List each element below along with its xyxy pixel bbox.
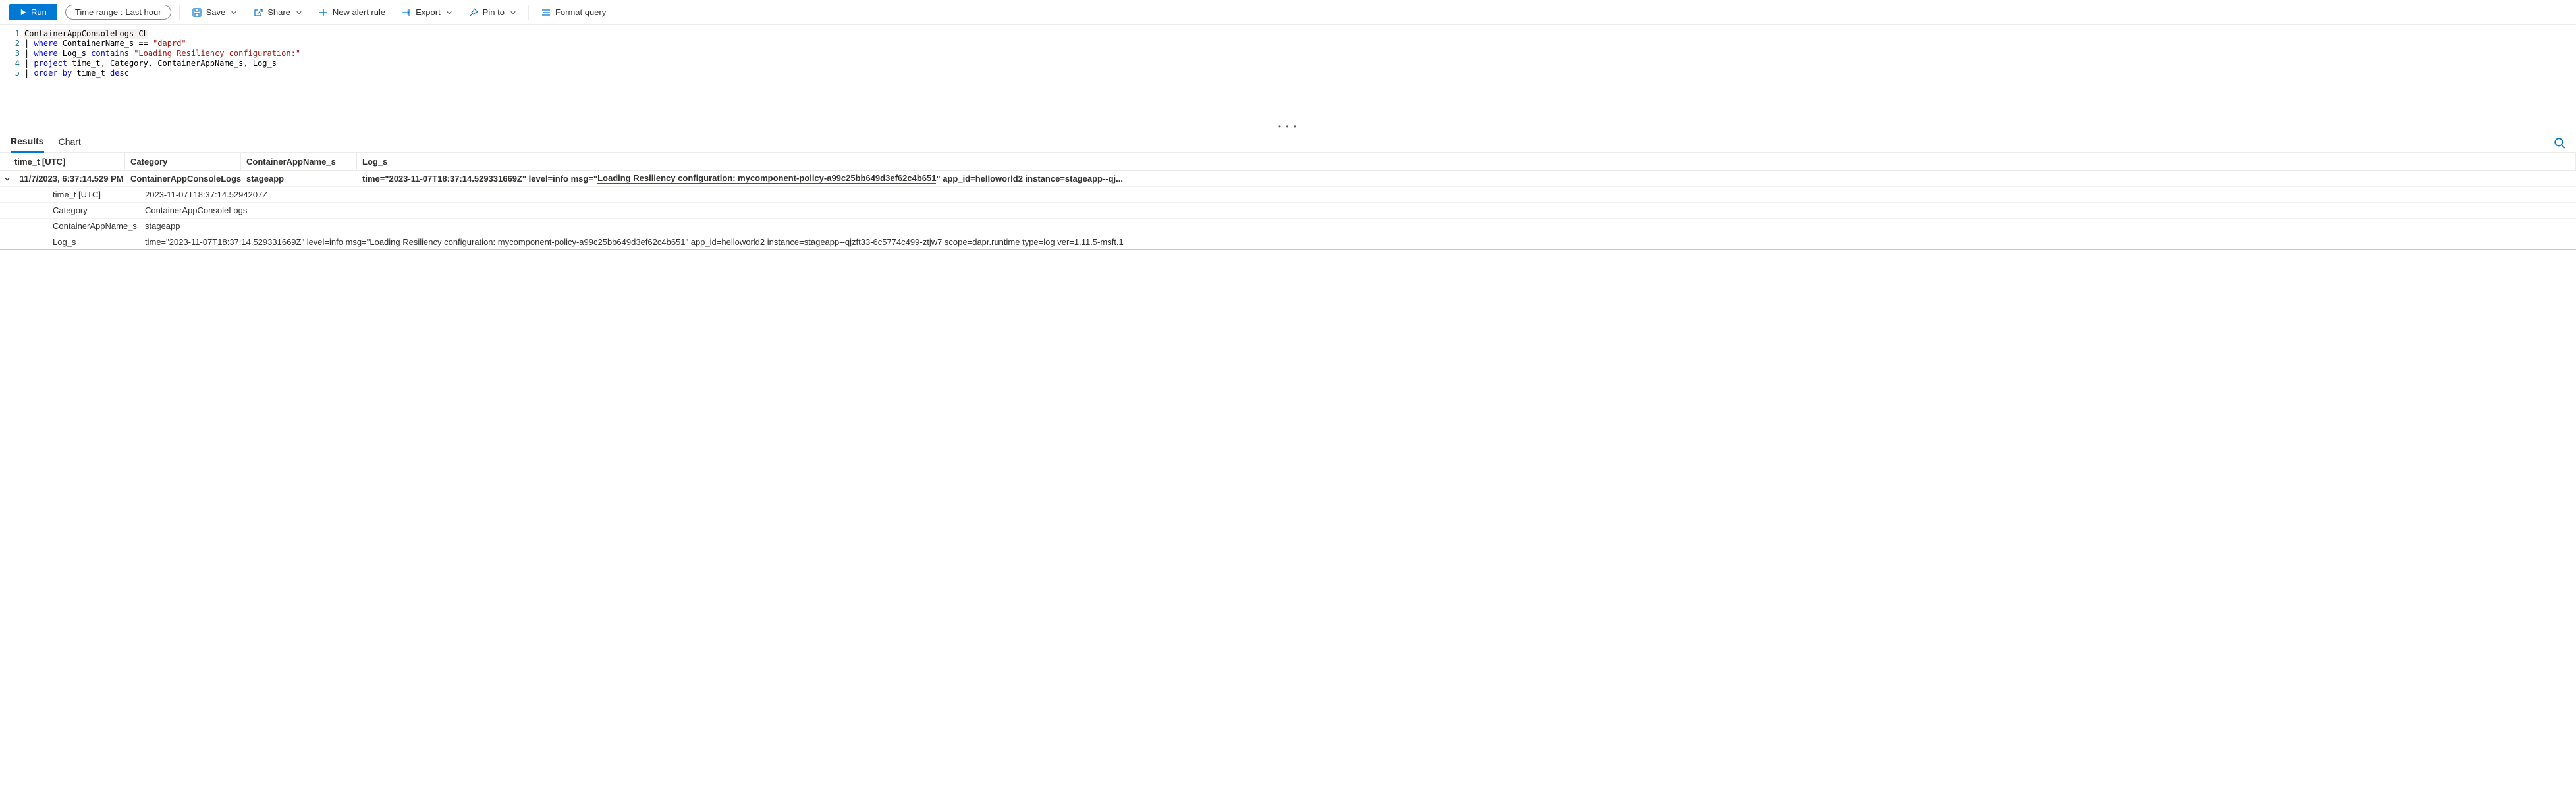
new-alert-button[interactable]: New alert rule <box>314 5 389 20</box>
timerange-value: Last hour <box>125 7 161 17</box>
tab-chart[interactable]: Chart <box>59 136 81 152</box>
separator <box>179 5 180 20</box>
line-number: 2 <box>0 39 20 49</box>
drag-handle-icon[interactable]: • • • <box>1278 122 1298 131</box>
format-icon <box>541 7 551 18</box>
run-label: Run <box>31 7 47 17</box>
run-button[interactable]: Run <box>9 4 57 20</box>
save-label: Save <box>206 7 226 17</box>
cell-log: time="2023-11-07T18:37:14.529331669Z" le… <box>357 171 2576 186</box>
share-icon <box>253 7 263 18</box>
detail-key: Log_s <box>0 237 140 247</box>
detail-row: time_t [UTC]2023-11-07T18:37:14.5294207Z <box>0 187 2576 203</box>
row-details: time_t [UTC]2023-11-07T18:37:14.5294207Z… <box>0 187 2576 250</box>
timerange-label: Time range : <box>75 7 123 17</box>
row-expander[interactable] <box>0 176 14 182</box>
tab-results[interactable]: Results <box>11 136 44 153</box>
detail-value: ContainerAppConsoleLogs <box>140 205 2576 215</box>
line-gutter: 12345 <box>0 25 24 130</box>
pin-to-button[interactable]: Pin to <box>464 5 520 20</box>
timerange-picker[interactable]: Time range : Last hour <box>65 5 171 20</box>
col-time[interactable]: time_t [UTC] <box>0 153 125 170</box>
cell-category: ContainerAppConsoleLogs <box>125 171 241 186</box>
code-line: | where ContainerName_s == "daprd" <box>24 39 2576 49</box>
cell-appname: stageapp <box>241 171 357 186</box>
cell-time: 11/7/2023, 6:37:14.529 PM <box>14 171 125 186</box>
chevron-down-icon <box>446 9 452 16</box>
col-log[interactable]: Log_s <box>357 153 2576 170</box>
detail-row: Log_stime="2023-11-07T18:37:14.529331669… <box>0 234 2576 250</box>
format-label: Format query <box>555 7 606 17</box>
export-icon <box>401 7 412 18</box>
code-line: ContainerAppConsoleLogs_CL <box>24 29 2576 39</box>
chevron-down-icon <box>4 176 11 182</box>
editor-content[interactable]: ContainerAppConsoleLogs_CL| where Contai… <box>24 25 2576 130</box>
save-icon <box>192 7 202 18</box>
separator <box>528 5 529 20</box>
format-query-button[interactable]: Format query <box>537 5 610 20</box>
detail-value: 2023-11-07T18:37:14.5294207Z <box>140 190 2576 199</box>
detail-value: time="2023-11-07T18:37:14.529331669Z" le… <box>140 237 2576 247</box>
table-header-row: time_t [UTC] Category ContainerAppName_s… <box>0 153 2576 171</box>
detail-row: ContainerAppName_sstageapp <box>0 219 2576 234</box>
search-icon[interactable] <box>2554 137 2565 151</box>
share-label: Share <box>267 7 290 17</box>
chevron-down-icon <box>231 9 237 16</box>
share-button[interactable]: Share <box>249 5 306 20</box>
toolbar: Run Time range : Last hour Save Share Ne… <box>0 0 2576 25</box>
export-button[interactable]: Export <box>397 5 456 20</box>
query-editor[interactable]: 12345 ContainerAppConsoleLogs_CL| where … <box>0 25 2576 130</box>
results-table: time_t [UTC] Category ContainerAppName_s… <box>0 153 2576 250</box>
detail-value: stageapp <box>140 221 2576 231</box>
line-number: 5 <box>0 68 20 78</box>
play-icon <box>20 9 27 16</box>
line-number: 3 <box>0 49 20 59</box>
code-line: | order by time_t desc <box>24 68 2576 78</box>
detail-key: time_t [UTC] <box>0 190 140 199</box>
save-button[interactable]: Save <box>188 5 242 20</box>
code-line: | where Log_s contains "Loading Resilien… <box>24 49 2576 59</box>
code-line: | project time_t, Category, ContainerApp… <box>24 59 2576 68</box>
chevron-down-icon <box>296 9 302 16</box>
table-row[interactable]: 11/7/2023, 6:37:14.529 PM ContainerAppCo… <box>0 171 2576 187</box>
col-appname[interactable]: ContainerAppName_s <box>241 153 357 170</box>
plus-icon <box>318 7 329 18</box>
line-number: 4 <box>0 59 20 68</box>
line-number: 1 <box>0 29 20 39</box>
detail-row: CategoryContainerAppConsoleLogs <box>0 203 2576 219</box>
detail-key: Category <box>0 205 140 215</box>
pin-icon <box>468 7 479 18</box>
col-category[interactable]: Category <box>125 153 241 170</box>
highlighted-log-segment: Loading Resiliency configuration: mycomp… <box>597 173 936 184</box>
result-tabs: Results Chart <box>0 130 2576 153</box>
new-alert-label: New alert rule <box>333 7 385 17</box>
chevron-down-icon <box>510 9 516 16</box>
export-label: Export <box>416 7 441 17</box>
pin-to-label: Pin to <box>483 7 505 17</box>
detail-key: ContainerAppName_s <box>0 221 140 231</box>
